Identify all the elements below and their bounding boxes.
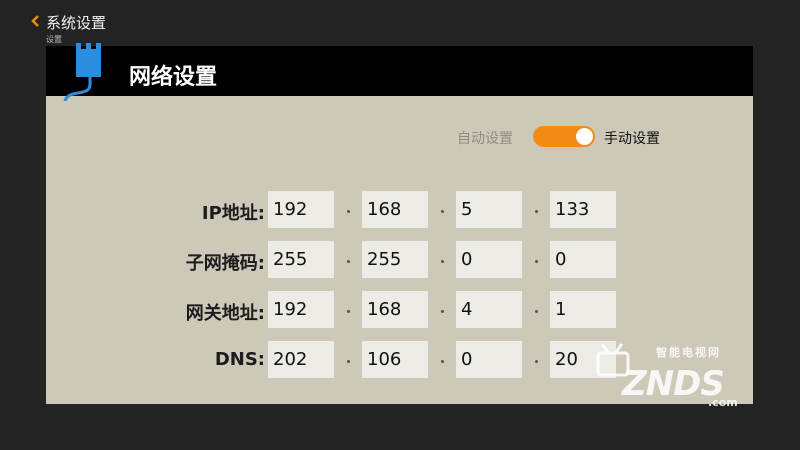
octet-separator [347, 360, 350, 363]
gateway-octet-4-field[interactable]: 1 [550, 291, 616, 328]
mode-toggle-row: 自动设置 手动设置 [46, 126, 753, 148]
breadcrumb-subtitle: 设置 [46, 35, 62, 44]
ip-octet-2-field[interactable]: 168 [362, 191, 428, 228]
subnet-octet-2-field[interactable]: 255 [362, 241, 428, 278]
octet-separator [347, 210, 350, 213]
gateway-octet-2-field[interactable]: 168 [362, 291, 428, 328]
octet-separator [535, 210, 538, 213]
mode-toggle-switch[interactable] [533, 126, 595, 147]
dns-octet-4-field[interactable]: 20 [550, 341, 616, 378]
octet-separator [535, 260, 538, 263]
octet-separator [535, 310, 538, 313]
gateway-row: 网关地址: 192 168 4 1 [46, 291, 753, 328]
octet-separator [441, 360, 444, 363]
octet-separator [535, 360, 538, 363]
network-settings-panel: 网络设置 自动设置 手动设置 IP地址: 192 168 5 133 子网掩码:… [46, 43, 753, 404]
subnet-octet-1-field[interactable]: 255 [268, 241, 334, 278]
octet-separator [441, 260, 444, 263]
manual-setting-label[interactable]: 手动设置 [604, 128, 660, 148]
gateway-octet-3-field[interactable]: 4 [456, 291, 522, 328]
page-title: 网络设置 [129, 65, 218, 90]
subnet-octet-4-field[interactable]: 0 [550, 241, 616, 278]
octet-separator [347, 310, 350, 313]
auto-setting-label[interactable]: 自动设置 [457, 128, 513, 148]
ip-address-row: IP地址: 192 168 5 133 [46, 191, 753, 228]
dns-label: DNS: [214, 349, 265, 370]
octet-separator [441, 310, 444, 313]
breadcrumb-title: 系统设置 [46, 14, 107, 32]
subnet-octet-3-field[interactable]: 0 [456, 241, 522, 278]
ip-octet-4-field[interactable]: 133 [550, 191, 616, 228]
panel-header: 网络设置 [46, 46, 753, 96]
octet-separator [441, 210, 444, 213]
network-plug-icon [63, 43, 101, 101]
dns-octet-2-field[interactable]: 106 [362, 341, 428, 378]
subnet-mask-row: 子网掩码: 255 255 0 0 [46, 241, 753, 278]
dns-row: DNS: 202 106 0 20 [46, 341, 753, 378]
dns-octet-3-field[interactable]: 0 [456, 341, 522, 378]
toggle-knob [576, 128, 593, 145]
ip-octet-3-field[interactable]: 5 [456, 191, 522, 228]
octet-separator [347, 260, 350, 263]
subnet-mask-label: 子网掩码: [185, 253, 265, 274]
dns-octet-1-field[interactable]: 202 [268, 341, 334, 378]
ip-address-label: IP地址: [201, 203, 265, 224]
chevron-left-icon[interactable] [30, 14, 42, 28]
ip-octet-1-field[interactable]: 192 [268, 191, 334, 228]
gateway-label: 网关地址: [185, 303, 265, 324]
gateway-octet-1-field[interactable]: 192 [268, 291, 334, 328]
